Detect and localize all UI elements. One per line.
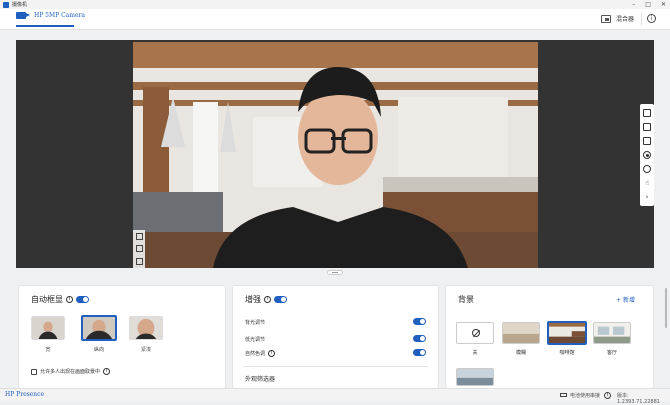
frame-icon[interactable]	[135, 232, 143, 240]
window-controls: – □ ✕	[632, 0, 666, 9]
enhance-info-icon[interactable]: i	[264, 296, 271, 303]
multi-person-label: 允许多人出现在画面取景中	[40, 369, 101, 375]
battery-icon	[560, 393, 567, 397]
mixer-button[interactable]: 混合器	[600, 14, 634, 23]
background-header: 背景	[458, 294, 474, 305]
auto-framing-panel: 自动框显 i 宽 纵向 紧凑 允许多人出现在画面取景中 i	[18, 285, 226, 389]
backlight-label: 背光调节	[245, 320, 266, 326]
natural-tone-toggle[interactable]	[413, 349, 426, 356]
image-icon[interactable]	[643, 123, 651, 131]
preview-left-toolbar	[133, 230, 145, 268]
camera-icon[interactable]	[643, 137, 651, 145]
page-scrollbar[interactable]	[664, 30, 668, 388]
brand-label: HP Presence	[5, 391, 45, 398]
framing-option-wide-label: 宽	[45, 347, 51, 353]
background-option-off[interactable]	[456, 322, 494, 344]
chevron-right-icon[interactable]: ›	[643, 193, 651, 201]
lowlight-label: 低光调节	[245, 337, 266, 343]
title-bar: 摄像机 – □ ✕	[0, 0, 670, 9]
none-icon	[472, 329, 480, 337]
enhance-panel: 增强 i 背光调节 低光调节 自然色调 i 外观筛选器	[232, 285, 439, 389]
background-option-more[interactable]	[456, 368, 494, 386]
camera-preview: ☝ ›	[16, 40, 654, 268]
resize-handle[interactable]	[327, 270, 343, 275]
tab-camera-label: HP 5MP Camera	[34, 12, 85, 19]
mixer-label: 混合器	[615, 16, 634, 23]
background-option-cafe[interactable]	[547, 321, 587, 345]
broadcast-icon[interactable]	[643, 165, 651, 173]
auto-framing-title: 自动框显	[31, 295, 63, 304]
framing-option-tight[interactable]	[129, 316, 163, 340]
background-option-living-room[interactable]	[593, 322, 631, 344]
framing-option-tight-label: 紧凑	[140, 347, 151, 353]
close-icon[interactable]: ✕	[661, 0, 666, 9]
background-option-cafe-label: 咖啡馆	[559, 350, 575, 356]
background-option-living-room-label: 客厅	[606, 350, 617, 356]
background-option-blur-label: 模糊	[515, 350, 526, 356]
app-name: 摄像机	[12, 2, 28, 8]
auto-framing-toggle[interactable]	[76, 296, 89, 303]
footer-info-icon[interactable]: i	[604, 392, 611, 399]
framing-option-wide[interactable]	[31, 316, 65, 340]
header: HP 5MP Camera 混合器 i	[0, 9, 670, 30]
natural-tone-label: 自然色调	[245, 351, 266, 357]
app-logo-icon	[3, 1, 9, 8]
background-option-off-label: 关	[472, 350, 478, 356]
backlight-toggle[interactable]	[413, 318, 426, 325]
filters-label[interactable]: 外观筛选器	[245, 374, 275, 383]
lowlight-row: 低光调节	[245, 336, 265, 343]
lowlight-toggle[interactable]	[413, 335, 426, 342]
mixer-icon	[600, 14, 611, 23]
multi-person-option[interactable]: 允许多人出现在画面取景中 i	[31, 368, 111, 375]
tab-active-indicator	[16, 25, 74, 27]
add-background-button[interactable]: + 新增	[616, 295, 635, 304]
enhance-title: 增强	[245, 295, 261, 304]
background-title: 背景	[458, 295, 474, 304]
record-icon[interactable]	[643, 151, 651, 159]
framing-option-portrait[interactable]	[81, 315, 117, 341]
auto-framing-header: 自动框显 i	[31, 294, 89, 305]
multi-person-info-icon[interactable]: i	[103, 368, 111, 375]
info-icon[interactable]: i	[647, 14, 656, 23]
power-mode-label: 电池使用串接	[570, 393, 601, 399]
video-camera-icon	[16, 12, 30, 19]
enhance-divider	[243, 366, 428, 367]
crop-icon[interactable]	[643, 109, 651, 117]
background-option-blur[interactable]	[502, 322, 540, 344]
video-feed	[133, 42, 538, 268]
minimize-icon[interactable]: –	[632, 0, 635, 9]
pan-icon[interactable]	[135, 258, 143, 266]
header-divider	[641, 13, 642, 25]
natural-tone-info-icon[interactable]: i	[268, 350, 276, 357]
auto-framing-info-icon[interactable]: i	[66, 296, 73, 303]
framing-option-portrait-label: 纵向	[93, 347, 104, 353]
enhance-header: 增强 i	[245, 294, 287, 305]
multi-person-checkbox[interactable]	[31, 368, 37, 375]
version-label: 版本: 1.2393.71.22881	[617, 393, 660, 405]
backlight-row: 背光调节	[245, 319, 265, 326]
thumbs-up-icon[interactable]: ☝	[643, 179, 651, 187]
enhance-toggle[interactable]	[274, 296, 287, 303]
footer: HP Presence 电池使用串接 i 版本: 1.2393.71.22881	[0, 388, 670, 405]
preview-right-toolbar: ☝ ›	[640, 104, 654, 206]
crop-box-icon[interactable]	[135, 245, 143, 253]
natural-tone-row: 自然色调 i	[245, 350, 276, 357]
tab-camera[interactable]: HP 5MP Camera	[16, 12, 85, 19]
background-panel: 背景 + 新增 关 模糊 咖啡馆 客厅	[445, 285, 654, 389]
maximize-icon[interactable]: □	[645, 0, 651, 9]
